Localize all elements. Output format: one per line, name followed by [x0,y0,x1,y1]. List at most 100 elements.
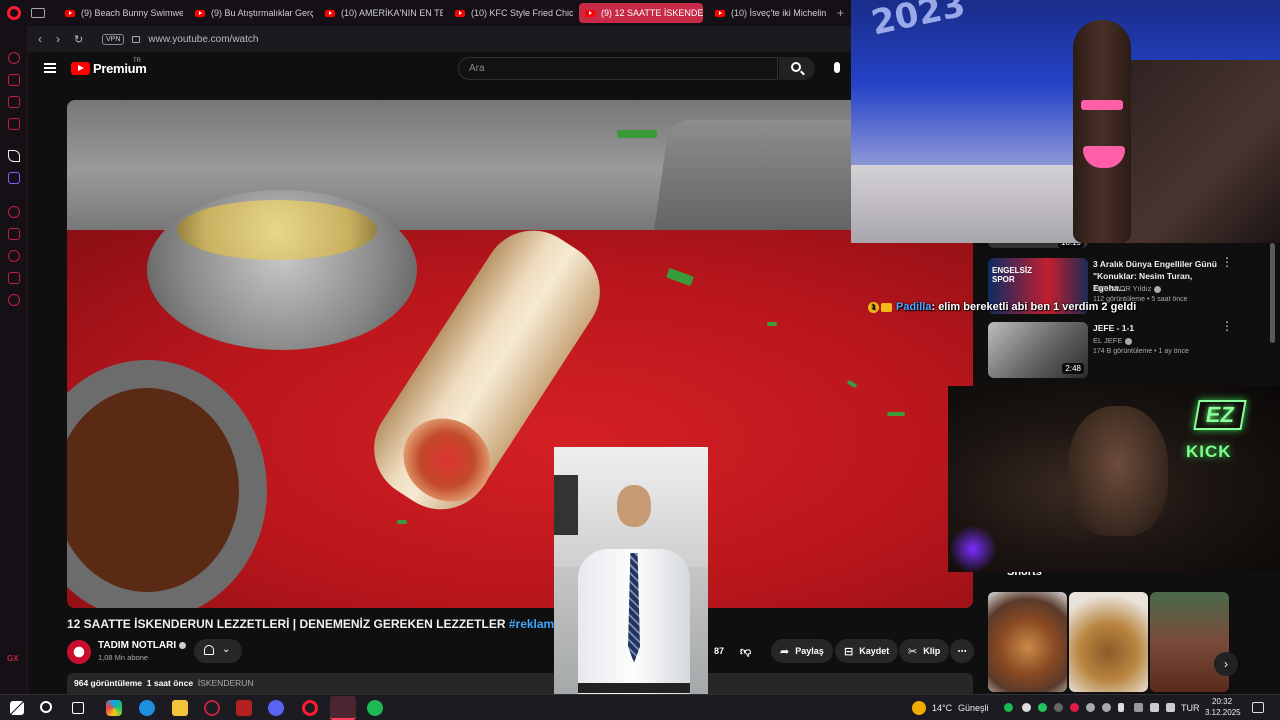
gx-corner-icon[interactable] [8,118,20,130]
clock-time[interactable]: 20:32 [1212,697,1232,706]
new-tab-button[interactable]: + [837,6,844,20]
search-button[interactable] [779,57,815,80]
back-icon[interactable]: ‹ [38,32,52,46]
browser-tab[interactable]: (10) AMERİKA'NIN EN TE [319,3,443,23]
volume-icon[interactable] [1166,703,1175,712]
microphone-icon[interactable] [834,62,840,73]
forward-icon[interactable]: › [56,32,70,46]
microphone-tray-icon[interactable] [1118,703,1124,712]
task-view-icon[interactable] [72,702,84,714]
clock-date[interactable]: 3.12.2025 [1205,708,1241,717]
notification-icon[interactable] [1252,702,1264,713]
spotify-icon[interactable] [367,700,383,716]
recommendation-item[interactable]: 2:48 JEFE - 1-1 EL JEFE 174 B görüntülem… [988,320,1278,378]
video-description[interactable]: 964 görüntüleme 1 saat önce İSKENDERUN [67,673,973,694]
shorts-next-button[interactable]: › [1214,652,1238,676]
streamer-face [1068,406,1168,536]
extensions-icon[interactable] [8,272,20,284]
video-player[interactable] [67,100,973,608]
twitch-icon[interactable] [8,172,20,184]
youtube-favicon-icon [325,9,335,17]
overlay-banner-text: 2023 [867,0,969,44]
search-input[interactable]: Ara [458,57,778,80]
more-actions-button[interactable]: ⋯ [950,639,974,663]
verified-icon [1154,285,1162,293]
store-icon[interactable] [8,74,20,86]
start-windows-icon[interactable] [10,701,24,715]
url-text[interactable]: www.youtube.com/watch [148,34,258,45]
save-button[interactable]: ⊟ Kaydet [835,639,899,663]
like-count[interactable]: 87 [714,646,724,656]
tab-label: (9) Bu Atıştırmalıklar Gerç [211,8,313,18]
weather-desc[interactable]: Güneşli [958,703,989,713]
edge-icon[interactable] [139,700,155,716]
video-title[interactable]: JEFE - 1-1 [1093,322,1223,334]
lock-icon[interactable] [132,35,141,43]
video-frame-pot-food [177,200,377,260]
opera-icon[interactable] [302,700,318,716]
network-icon[interactable] [1150,703,1159,712]
file-explorer-icon[interactable] [172,700,188,716]
overlay-video-fashion: 2023 [851,0,1280,243]
browser-tab[interactable]: (9) Beach Bunny Swimwea [59,3,183,23]
tray-icon[interactable] [1086,703,1095,712]
dislike-icon[interactable]: 👎︎ [740,645,751,658]
opera-gx-taskbar-icon[interactable] [204,700,220,716]
clip-button[interactable]: ✂ Klip [899,639,950,663]
gx-label: GX [7,654,19,663]
tray-icon[interactable] [1038,703,1047,712]
browser-tab[interactable]: (9) Bu Atıştırmalıklar Gerç [189,3,313,23]
more-options-icon[interactable]: ⋮ [1221,320,1233,332]
bookmark-icon[interactable] [8,228,20,240]
tab-islands-icon[interactable] [31,8,45,18]
menu-icon[interactable] [44,63,56,73]
share-button[interactable]: ➦ Paylaş [771,639,833,663]
history-icon[interactable] [8,206,20,218]
channel-name[interactable]: TADIM NOTLARI [98,640,187,651]
tray-icon[interactable] [1070,703,1079,712]
channel-avatar[interactable] [67,640,91,664]
browser-tab[interactable]: (10) KFC Style Fried Chick [449,3,573,23]
search-icon[interactable] [40,701,52,713]
short-thumbnail[interactable] [1069,592,1148,692]
view-count: 964 görüntüleme [74,678,143,688]
browser-tab-active[interactable]: (9) 12 SAATTE İSKENDER [579,3,703,23]
subscribe-bell-button[interactable]: ⌄ [194,639,242,663]
browser-tab[interactable]: (10) İsveç'te iki Michelin y [709,3,829,23]
opera-logo-icon[interactable] [7,6,21,20]
input-language[interactable]: TUR [1181,703,1200,713]
reload-icon[interactable]: ↻ [74,33,88,46]
tray-icon[interactable] [1054,703,1063,712]
spotify-tray-icon[interactable] [1004,703,1013,712]
player-icon[interactable] [8,150,20,162]
scrollbar[interactable] [1270,243,1275,343]
video-title-hashtag[interactable]: #reklam [509,617,554,631]
channel-name[interactable]: EL JEFE [1093,336,1133,345]
subscriber-count: 1,08 Mn abone [98,653,149,662]
weather-temp[interactable]: 14°C [932,703,952,713]
short-thumbnail[interactable] [1150,592,1229,692]
settings-icon[interactable] [8,294,20,306]
short-thumbnail[interactable] [988,592,1067,692]
weather-sun-icon[interactable] [912,701,926,715]
copilot-icon[interactable] [106,700,122,716]
upload-age: 1 saat önce [146,678,194,688]
opera-gx-active-icon[interactable] [330,696,356,720]
app-taskbar-icon[interactable] [236,700,252,716]
vpn-badge[interactable]: VPN [102,33,125,45]
youtube-favicon-icon [585,9,595,17]
discord-icon[interactable] [268,700,284,716]
verified-icon [179,641,187,649]
verified-icon [1125,337,1133,345]
channel-name[interactable]: TRT SPOR Yıldız [1093,284,1162,293]
clock-icon[interactable] [8,250,20,262]
more-options-icon[interactable]: ⋮ [1221,256,1233,268]
description-hashtag[interactable]: İSKENDERUN [198,678,254,688]
aria-icon[interactable] [8,52,20,64]
twitch-icon[interactable] [8,96,20,108]
youtube-logo-icon[interactable] [71,62,90,75]
tray-icon[interactable] [1102,703,1111,712]
tab-label: (10) İsveç'te iki Michelin y [731,8,829,18]
tray-icon[interactable] [1022,703,1031,712]
tray-icon[interactable] [1134,703,1143,712]
